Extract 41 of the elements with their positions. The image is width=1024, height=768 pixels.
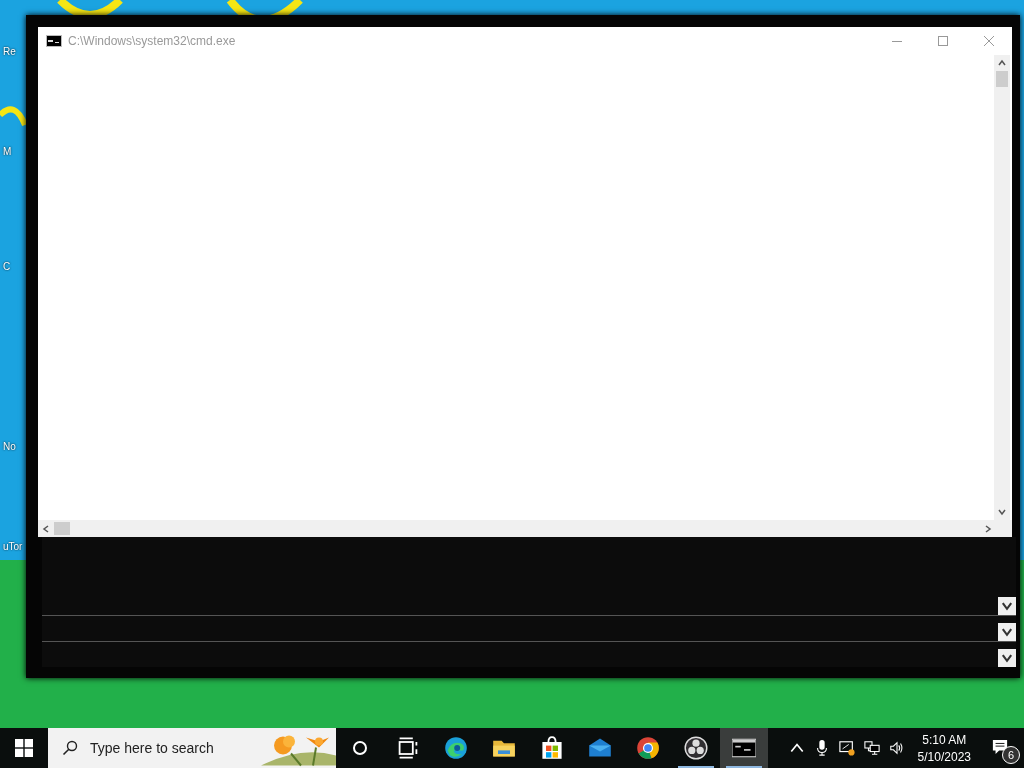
- scroll-down-icon[interactable]: [998, 597, 1016, 615]
- edge-icon: [444, 736, 468, 760]
- horizontal-scrollbar[interactable]: [38, 520, 1012, 537]
- clock-time: 5:10 AM: [922, 732, 967, 747]
- console-icon: [46, 35, 62, 47]
- scroll-right-icon[interactable]: [983, 523, 993, 534]
- scroll-thumb[interactable]: [54, 522, 70, 535]
- window-title: C:\Windows\system32\cmd.exe: [68, 34, 236, 48]
- desktop-icon-label[interactable]: C: [3, 261, 11, 272]
- clock-date: 5/10/2023: [917, 749, 971, 764]
- close-icon: [983, 35, 995, 47]
- scroll-left-icon[interactable]: [41, 523, 51, 534]
- desktop-icon-label[interactable]: Re: [3, 46, 16, 57]
- scroll-down-icon[interactable]: [998, 623, 1016, 641]
- maximize-icon: [937, 35, 949, 47]
- desktop-icon-label[interactable]: M: [3, 146, 12, 157]
- scroll-down-icon[interactable]: [998, 649, 1016, 667]
- search-input[interactable]: Type here to search: [88, 739, 262, 757]
- chrome-icon: [636, 736, 660, 760]
- notifications-button[interactable]: 6: [984, 728, 1024, 768]
- monitor-warning-icon[interactable]: [838, 740, 855, 756]
- vertical-scrollbar[interactable]: [994, 55, 1010, 520]
- speaker-icon[interactable]: [888, 740, 905, 756]
- message-icon: [992, 739, 1008, 755]
- obs-icon: [684, 736, 708, 760]
- scroll-thumb[interactable]: [996, 71, 1008, 87]
- console-icon: [732, 736, 756, 760]
- store-icon: [540, 736, 564, 760]
- task-view-icon: [396, 736, 420, 760]
- search-bar[interactable]: Type here to search: [48, 728, 336, 768]
- scroll-up-icon[interactable]: [997, 58, 1007, 68]
- notification-badge: 6: [1002, 746, 1020, 764]
- taskbar-app-button[interactable]: [720, 728, 768, 768]
- network-icon[interactable]: [863, 740, 880, 756]
- desktop-icon-label[interactable]: No: [3, 441, 16, 452]
- circle-icon: [352, 740, 368, 756]
- windows-logo-icon: [15, 739, 33, 757]
- desktop-icon-label[interactable]: uTor: [3, 541, 23, 552]
- clock[interactable]: 5:10 AM 5/10/2023: [913, 732, 975, 764]
- scroll-down-icon[interactable]: [997, 507, 1007, 517]
- search-icon: [62, 740, 78, 756]
